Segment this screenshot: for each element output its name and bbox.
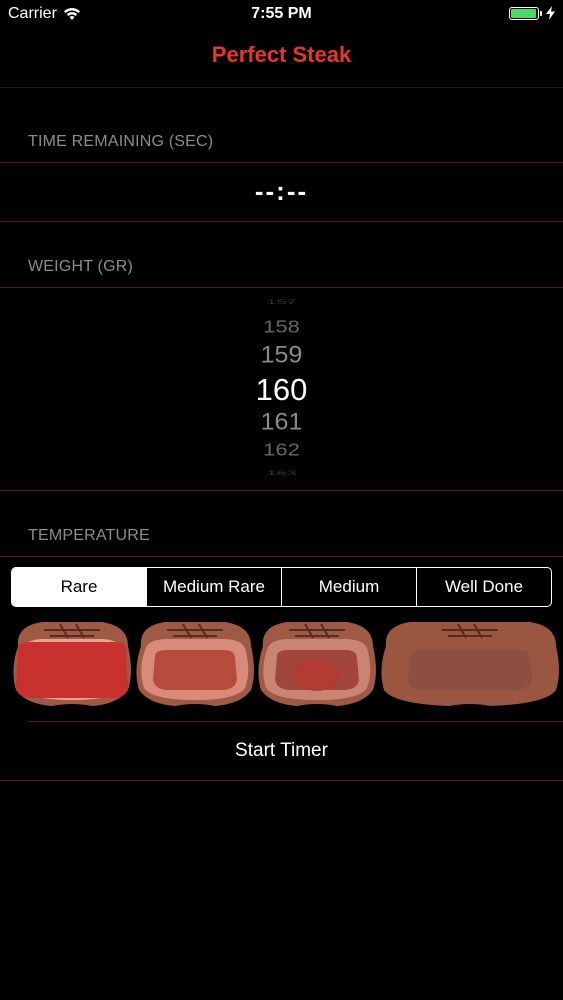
segment-rare[interactable]: Rare bbox=[12, 568, 146, 606]
weight-header: WEIGHT (GR) bbox=[28, 258, 134, 275]
steak-doneness-illustrations bbox=[13, 622, 559, 706]
segment-medium[interactable]: Medium bbox=[281, 568, 416, 606]
charging-bolt-icon bbox=[546, 6, 555, 20]
weight-picker[interactable]: 157 158 159 160 161 162 163 bbox=[0, 290, 563, 490]
temperature-header: TEMPERATURE bbox=[28, 527, 150, 544]
segment-medium-rare[interactable]: Medium Rare bbox=[146, 568, 281, 606]
battery-indicator bbox=[509, 6, 555, 20]
steak-medium-rare-icon bbox=[136, 622, 254, 706]
weight-picker-option[interactable]: 161 bbox=[0, 410, 563, 434]
weight-picker-selected-value[interactable]: 160 bbox=[0, 374, 563, 405]
divider bbox=[0, 490, 563, 491]
divider bbox=[0, 221, 563, 222]
weight-picker-option[interactable]: 157 bbox=[0, 299, 563, 305]
battery-level-fill bbox=[511, 8, 536, 18]
steak-well-done-icon bbox=[381, 622, 559, 706]
segment-well-done[interactable]: Well Done bbox=[416, 568, 551, 606]
weight-picker-option[interactable]: 162 bbox=[0, 441, 563, 459]
steak-rare-icon bbox=[13, 622, 131, 706]
time-remaining-header: TIME REMAINING (SEC) bbox=[28, 133, 214, 150]
steak-medium-icon bbox=[258, 622, 376, 706]
divider bbox=[0, 556, 563, 557]
divider bbox=[0, 780, 563, 781]
weight-picker-option[interactable]: 159 bbox=[0, 343, 563, 367]
battery-nub bbox=[540, 10, 542, 16]
time-remaining-value: --:-- bbox=[254, 176, 309, 206]
start-timer-button[interactable]: Start Timer bbox=[0, 722, 563, 780]
weight-picker-option[interactable]: 158 bbox=[0, 318, 563, 336]
status-bar: Carrier 7:55 PM bbox=[0, 0, 563, 30]
divider bbox=[0, 162, 563, 163]
app-screen: Carrier 7:55 PM Perfect Steak TIME REMAI… bbox=[0, 0, 563, 1000]
weight-picker-option[interactable]: 163 bbox=[0, 470, 563, 476]
status-time: 7:55 PM bbox=[251, 5, 312, 22]
battery-icon bbox=[509, 6, 539, 20]
nav-divider bbox=[0, 87, 563, 88]
divider bbox=[0, 287, 563, 288]
temperature-segmented-control[interactable]: Rare Medium Rare Medium Well Done bbox=[11, 567, 552, 607]
page-title: Perfect Steak bbox=[211, 42, 352, 67]
